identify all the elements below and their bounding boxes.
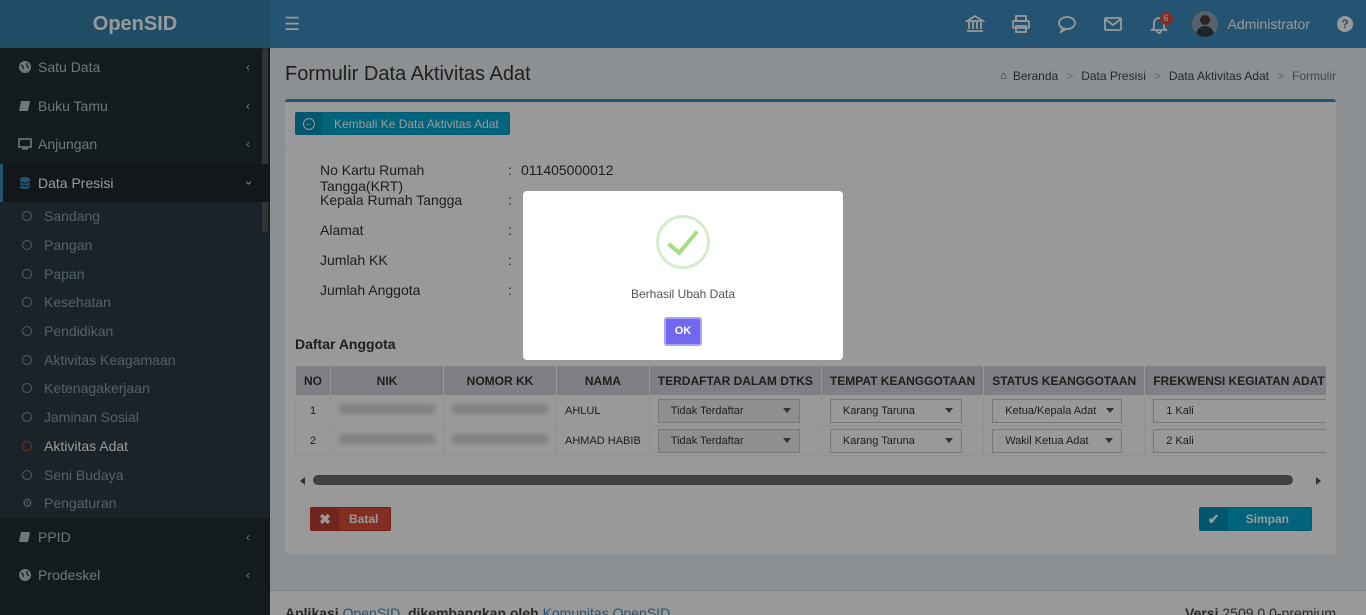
dialog-message: Berhasil Ubah Data [630,287,736,301]
success-check-icon [656,215,710,269]
success-dialog: Berhasil Ubah Data OK [523,191,843,360]
ok-button[interactable]: OK [664,317,702,346]
